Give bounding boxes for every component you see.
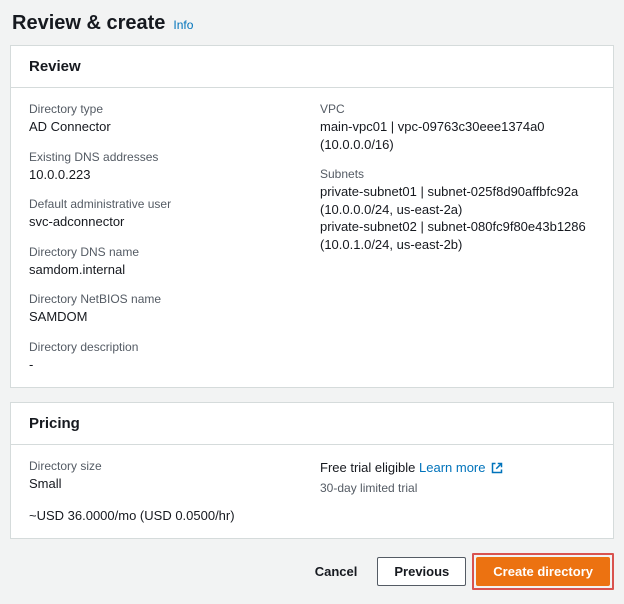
value-vpc: main-vpc01 | vpc-09763c30eee1374a0 (10.0… [320, 118, 595, 153]
value-free-trial: Free trial eligible Learn more [320, 459, 595, 479]
label-netbios: Directory NetBIOS name [29, 292, 304, 306]
value-existing-dns: 10.0.0.223 [29, 166, 304, 184]
pricing-panel-header: Pricing [11, 403, 613, 445]
value-directory-size: Small [29, 475, 304, 493]
learn-more-link[interactable]: Learn more [419, 460, 503, 475]
label-directory-type: Directory type [29, 102, 304, 116]
info-link[interactable]: Info [173, 18, 193, 32]
value-netbios: SAMDOM [29, 308, 304, 326]
label-description: Directory description [29, 340, 304, 354]
external-link-icon [491, 461, 503, 479]
field-existing-dns: Existing DNS addresses 10.0.0.223 [29, 150, 304, 184]
create-button-highlight: Create directory [472, 553, 614, 590]
cancel-button[interactable]: Cancel [301, 558, 372, 585]
label-dns-name: Directory DNS name [29, 245, 304, 259]
field-cost: ~USD 36.0000/mo (USD 0.0500/hr) [29, 507, 304, 525]
pricing-panel: Pricing Directory size Small ~USD 36.000… [10, 402, 614, 539]
field-dns-name: Directory DNS name samdom.internal [29, 245, 304, 279]
learn-more-text: Learn more [419, 460, 485, 475]
footer-actions: Cancel Previous Create directory [10, 553, 614, 590]
label-admin-user: Default administrative user [29, 197, 304, 211]
field-free-trial: Free trial eligible Learn more 30-day li… [320, 459, 595, 495]
value-subnet-2: private-subnet02 | subnet-080fc9f80e43b1… [320, 218, 595, 253]
field-directory-size: Directory size Small [29, 459, 304, 493]
field-description: Directory description - [29, 340, 304, 374]
value-dns-name: samdom.internal [29, 261, 304, 279]
value-admin-user: svc-adconnector [29, 213, 304, 231]
label-directory-size: Directory size [29, 459, 304, 473]
field-netbios: Directory NetBIOS name SAMDOM [29, 292, 304, 326]
value-subnet-1: private-subnet01 | subnet-025f8d90affbfc… [320, 183, 595, 218]
value-directory-type: AD Connector [29, 118, 304, 136]
field-directory-type: Directory type AD Connector [29, 102, 304, 136]
free-trial-label: Free trial eligible [320, 460, 415, 475]
value-trial-desc: 30-day limited trial [320, 481, 595, 495]
label-vpc: VPC [320, 102, 595, 116]
label-existing-dns: Existing DNS addresses [29, 150, 304, 164]
previous-button[interactable]: Previous [377, 557, 466, 586]
field-subnets: Subnets private-subnet01 | subnet-025f8d… [320, 167, 595, 253]
review-panel-header: Review [11, 46, 613, 88]
page-title: Review & create Info [12, 12, 614, 35]
label-subnets: Subnets [320, 167, 595, 181]
field-admin-user: Default administrative user svc-adconnec… [29, 197, 304, 231]
value-cost: ~USD 36.0000/mo (USD 0.0500/hr) [29, 507, 304, 525]
value-description: - [29, 356, 304, 374]
review-panel: Review Directory type AD Connector Exist… [10, 45, 614, 388]
create-directory-button[interactable]: Create directory [476, 557, 610, 586]
page-title-text: Review & create [12, 12, 165, 35]
field-vpc: VPC main-vpc01 | vpc-09763c30eee1374a0 (… [320, 102, 595, 153]
